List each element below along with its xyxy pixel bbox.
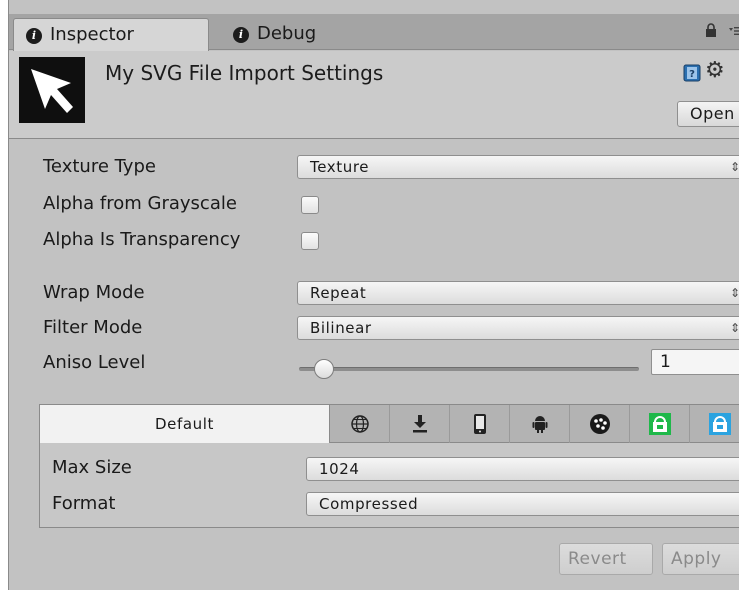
revert-button[interactable]: Revert xyxy=(559,543,653,575)
filter-mode-dropdown[interactable]: Bilinear ⇕ xyxy=(297,316,739,340)
alpha-is-transparency-checkbox[interactable] xyxy=(301,232,319,250)
format-value: Compressed xyxy=(319,495,419,513)
wrap-mode-dropdown[interactable]: Repeat ⇕ xyxy=(297,281,739,305)
tab-android-platform[interactable] xyxy=(510,405,570,443)
windows-store-icon xyxy=(648,413,671,435)
tab-ios-platform[interactable] xyxy=(450,405,510,443)
tab-debug-label: Debug xyxy=(257,23,317,44)
asset-header: My SVG File Import Settings ? ⚙ Open xyxy=(9,51,739,139)
texture-type-dropdown[interactable]: Texture ⇕ xyxy=(297,155,739,179)
format-dropdown[interactable]: Compressed ⇕ xyxy=(306,492,739,516)
help-book-icon[interactable]: ? xyxy=(683,64,701,82)
tab-windows-phone-platform[interactable] xyxy=(690,405,739,443)
context-menu-icon[interactable] xyxy=(729,26,739,36)
globe-icon xyxy=(350,415,369,433)
tab-windows-store-platform[interactable] xyxy=(630,405,690,443)
wrap-mode-label: Wrap Mode xyxy=(43,282,145,303)
lock-icon[interactable] xyxy=(705,23,717,37)
cursor-arrow-icon xyxy=(31,69,73,113)
aniso-level-label: Aniso Level xyxy=(43,352,146,373)
wrap-mode-value: Repeat xyxy=(310,284,367,302)
info-icon: i xyxy=(233,27,249,43)
aniso-level-input[interactable]: 1 xyxy=(651,349,739,375)
tab-inspector-label: Inspector xyxy=(50,24,134,45)
tab-blackberry-platform[interactable] xyxy=(570,405,630,443)
platform-tab-row: Default xyxy=(40,405,739,443)
tab-debug[interactable]: i Debug xyxy=(221,18,411,51)
svg-file-thumbnail xyxy=(19,57,85,123)
tab-inspector[interactable]: i Inspector xyxy=(13,18,209,51)
info-icon: i xyxy=(26,28,42,44)
tab-web-platform[interactable] xyxy=(330,405,390,443)
aniso-level-slider-track[interactable] xyxy=(299,367,639,371)
open-button[interactable]: Open xyxy=(677,101,739,127)
apply-button[interactable]: Apply xyxy=(662,543,739,575)
filter-mode-label: Filter Mode xyxy=(43,317,143,338)
alpha-from-grayscale-checkbox[interactable] xyxy=(301,196,319,214)
gear-icon[interactable]: ⚙ xyxy=(705,57,725,85)
windows-store-icon xyxy=(709,413,731,435)
phone-icon xyxy=(473,414,486,434)
tab-default-platform[interactable]: Default xyxy=(40,405,330,443)
max-size-dropdown[interactable]: 1024 ⇕ xyxy=(306,457,739,481)
format-label: Format xyxy=(52,493,116,514)
filter-mode-value: Bilinear xyxy=(310,319,372,337)
aniso-level-slider-handle[interactable] xyxy=(314,359,335,379)
android-icon xyxy=(532,416,547,433)
tab-bar: i Inspector i Debug xyxy=(9,14,739,51)
max-size-value: 1024 xyxy=(319,460,360,478)
dropdown-arrows-icon: ⇕ xyxy=(730,321,739,335)
alpha-is-transparency-label: Alpha Is Transparency xyxy=(43,229,241,250)
blackberry-icon xyxy=(589,414,610,434)
download-icon xyxy=(412,415,427,433)
texture-type-value: Texture xyxy=(310,158,370,176)
inspector-panel: i Inspector i Debug My SVG File Import Set… xyxy=(8,0,739,590)
alpha-from-grayscale-label: Alpha from Grayscale xyxy=(43,193,237,214)
texture-type-label: Texture Type xyxy=(43,156,156,177)
dropdown-arrows-icon: ⇕ xyxy=(730,286,739,300)
page-title: My SVG File Import Settings xyxy=(105,61,384,85)
platform-settings: Default Max Size 1024 Format Compressed xyxy=(39,404,739,528)
dropdown-arrows-icon: ⇕ xyxy=(730,160,739,174)
max-size-label: Max Size xyxy=(52,457,132,478)
svg-text:?: ? xyxy=(689,69,695,80)
tab-standalone-platform[interactable] xyxy=(390,405,450,443)
